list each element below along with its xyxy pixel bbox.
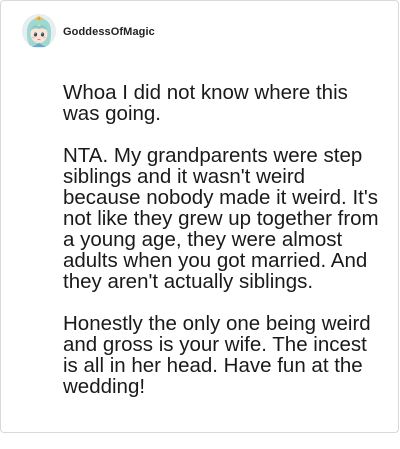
username[interactable]: GoddessOfMagic bbox=[63, 26, 155, 38]
comment-paragraph: Honestly the only one being weird and gr… bbox=[63, 312, 371, 398]
comment-paragraph: Whoa I did not know where this was going… bbox=[63, 81, 348, 125]
comment-paragraph: NTA. My grandparents were step siblings … bbox=[63, 144, 379, 293]
comment-card: GoddessOfMagic Whoa I did not know where… bbox=[0, 0, 399, 433]
user-avatar[interactable] bbox=[22, 14, 56, 48]
avatar-illustration-icon bbox=[22, 14, 56, 48]
comment-body: Whoa I did not know where this was going… bbox=[63, 82, 385, 418]
